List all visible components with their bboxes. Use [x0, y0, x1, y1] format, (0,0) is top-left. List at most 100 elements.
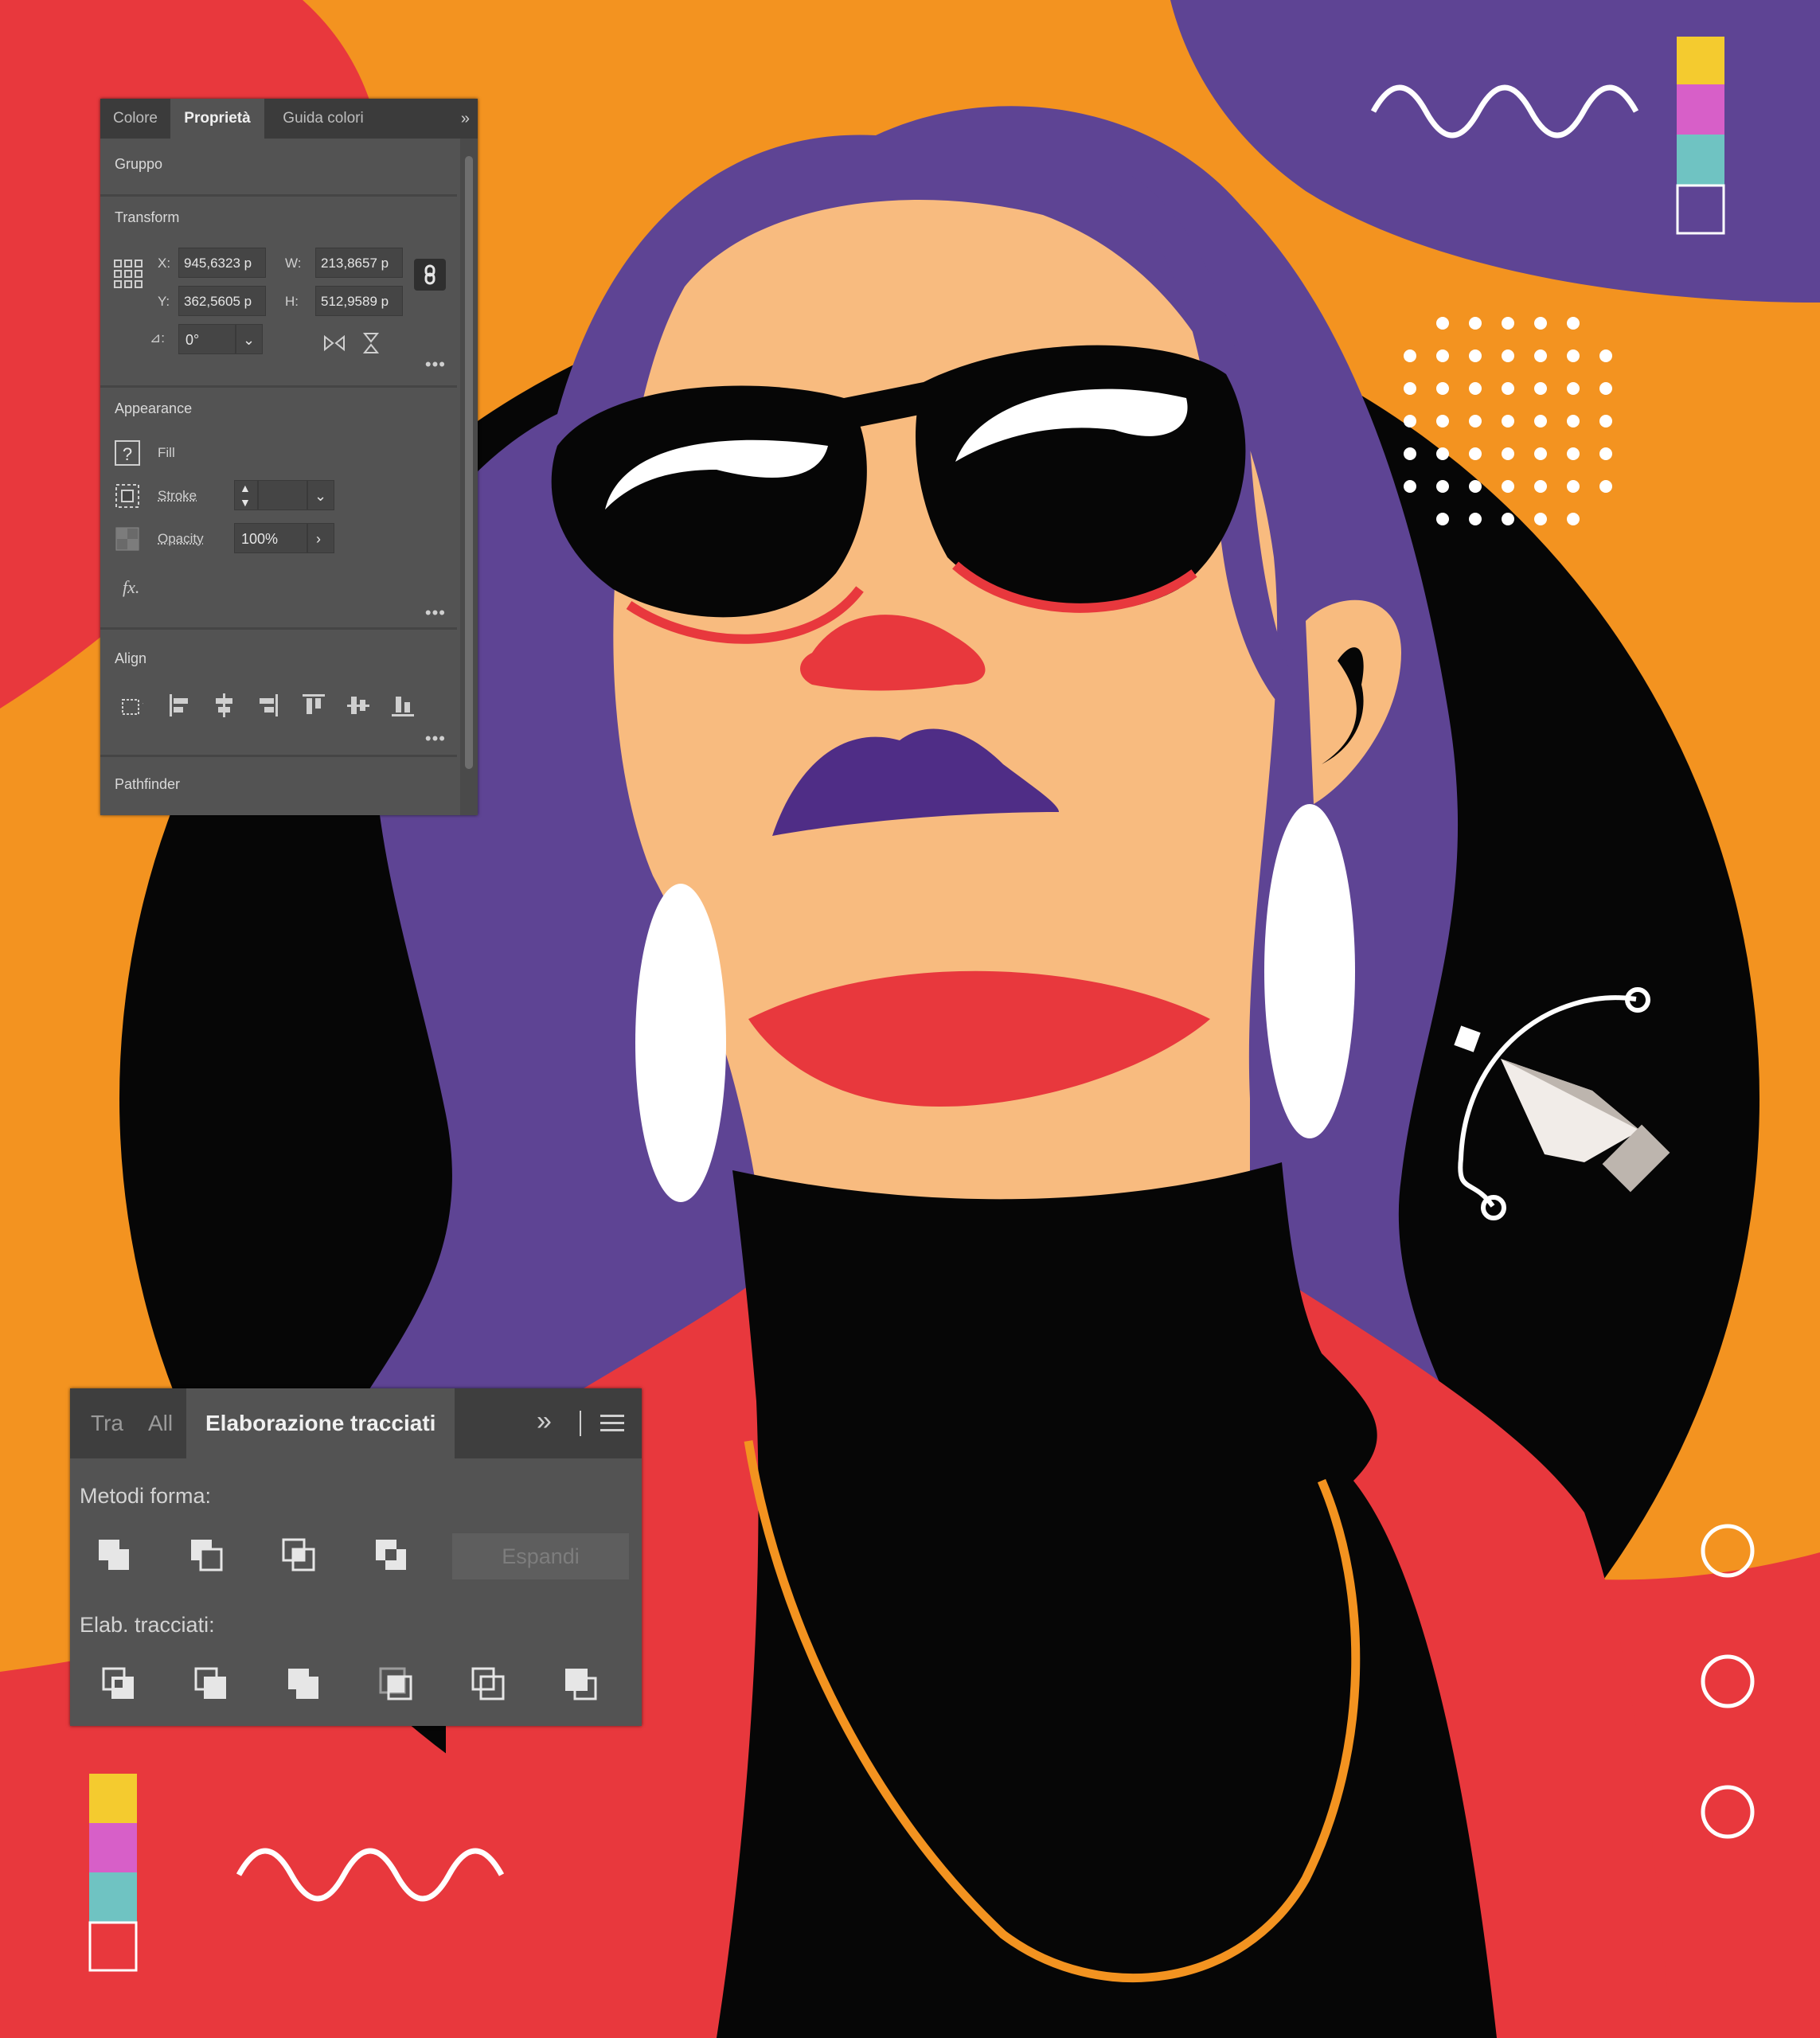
pattern-dot: [1436, 480, 1449, 493]
flip-horizontal-icon[interactable]: [323, 334, 346, 353]
pathfinder-panel: Tra All Elaborazione tracciati » Metodi …: [70, 1388, 642, 1726]
pattern-dot: [1436, 513, 1449, 525]
transform-section: Transform X: 945,6323 p W: 213,8657 p Y:…: [100, 194, 457, 375]
pattern-dot: [1502, 382, 1514, 395]
pattern-dot: [1436, 382, 1449, 395]
pattern-dot: [1436, 317, 1449, 330]
x-field[interactable]: 945,6323 p: [178, 248, 266, 278]
divide-icon[interactable]: [99, 1664, 140, 1705]
tab-allinea[interactable]: All: [148, 1388, 173, 1458]
pattern-dot: [1567, 349, 1580, 362]
w-label: W:: [285, 256, 302, 271]
constrain-proportions-button[interactable]: [414, 259, 446, 291]
pattern-dot: [1469, 415, 1482, 428]
y-field[interactable]: 362,5605 p: [178, 286, 266, 316]
pattern-dot: [1567, 480, 1580, 493]
pathfinder-tab-bar: Tra All Elaborazione tracciati »: [70, 1388, 642, 1458]
chevron-down-icon: ⌄: [314, 488, 327, 504]
scrollbar-thumb[interactable]: [465, 156, 473, 769]
tab-elaborazione-tracciati[interactable]: Elaborazione tracciati: [186, 1388, 455, 1458]
appearance-section: Appearance ? Fill Stroke ▲ ▼ ⌄ Opacity 10…: [100, 385, 457, 630]
stroke-swatch-icon[interactable]: [115, 483, 140, 509]
align-buttons-row: [113, 692, 471, 724]
pattern-dot: [1534, 447, 1547, 460]
tab-bar-divider: [580, 1411, 581, 1436]
align-to-selection-icon[interactable]: [119, 692, 143, 719]
opacity-label[interactable]: Opacity: [158, 531, 204, 547]
intersect-icon[interactable]: [279, 1535, 320, 1576]
earring-left: [635, 884, 726, 1202]
pattern-dot: [1436, 349, 1449, 362]
outline-icon[interactable]: [468, 1664, 510, 1705]
double-chevron-right-icon[interactable]: »: [537, 1406, 552, 1437]
appearance-more-options[interactable]: •••: [425, 603, 446, 623]
stroke-weight-field[interactable]: [258, 480, 307, 510]
crop-icon[interactable]: [376, 1664, 417, 1705]
chevron-down-icon: ⌄: [243, 332, 256, 348]
exclude-icon[interactable]: [371, 1535, 412, 1576]
stroke-dropdown[interactable]: ⌄: [307, 480, 334, 510]
merge-icon[interactable]: [283, 1664, 325, 1705]
tab-trasforma[interactable]: Tra: [91, 1388, 123, 1458]
pattern-dot: [1599, 415, 1612, 428]
h-field[interactable]: 512,9589 p: [315, 286, 403, 316]
pattern-dot: [1502, 447, 1514, 460]
align-title: Align: [115, 650, 147, 666]
rotate-field[interactable]: 0°: [178, 324, 236, 354]
pattern-dot: [1567, 382, 1580, 395]
y-label: Y:: [158, 294, 170, 309]
pattern-dot: [1534, 382, 1547, 395]
pattern-dot: [1404, 415, 1416, 428]
pathfinders-label: Elab. tracciati:: [80, 1613, 215, 1637]
opacity-icon: [115, 527, 139, 551]
pattern-dot: [1502, 513, 1514, 525]
tab-colore[interactable]: Colore: [100, 99, 170, 139]
pattern-dot: [1404, 349, 1416, 362]
stroke-stepper[interactable]: ▲ ▼: [234, 480, 258, 510]
align-top-icon[interactable]: [301, 692, 325, 719]
pattern-dot: [1502, 317, 1514, 330]
pattern-dot: [1534, 480, 1547, 493]
pattern-dot: [1534, 349, 1547, 362]
stroke-label[interactable]: Stroke: [158, 488, 197, 504]
align-vertical-center-icon[interactable]: [346, 692, 369, 719]
tab-guida-colori[interactable]: Guida colori: [264, 99, 382, 139]
earring-right: [1264, 804, 1355, 1138]
flip-vertical-icon[interactable]: [361, 332, 381, 354]
rotate-dropdown[interactable]: ⌄: [236, 324, 263, 354]
properties-body: Gruppo Transform X: 945,6323 p W: 213,86…: [100, 139, 457, 815]
link-icon: [424, 264, 435, 285]
double-chevron-right-icon[interactable]: »: [461, 99, 470, 139]
align-more-options[interactable]: •••: [425, 728, 446, 749]
align-bottom-icon[interactable]: [390, 692, 414, 719]
trim-icon[interactable]: [191, 1664, 232, 1705]
tab-proprieta[interactable]: Proprietà: [170, 99, 264, 139]
pattern-dot: [1534, 513, 1547, 525]
align-right-icon[interactable]: [256, 692, 280, 719]
unite-icon[interactable]: [94, 1535, 135, 1576]
pattern-dot: [1469, 382, 1482, 395]
align-section: Align •••: [100, 627, 457, 757]
opacity-field[interactable]: 100%: [234, 523, 307, 553]
pattern-dot: [1502, 415, 1514, 428]
fill-swatch[interactable]: ?: [115, 440, 140, 466]
h-label: H:: [285, 294, 299, 309]
transform-more-options[interactable]: •••: [425, 354, 446, 375]
align-horizontal-center-icon[interactable]: [212, 692, 236, 719]
fx-icon[interactable]: fx.: [123, 577, 139, 598]
pattern-dot: [1534, 415, 1547, 428]
pattern-dot: [1404, 480, 1416, 493]
pattern-dot: [1567, 447, 1580, 460]
fill-label: Fill: [158, 445, 175, 460]
transform-title: Transform: [115, 209, 180, 225]
pattern-dot: [1404, 447, 1416, 460]
shape-modes-label: Metodi forma:: [80, 1484, 212, 1508]
expand-button[interactable]: Espandi: [452, 1533, 629, 1579]
hamburger-menu-icon[interactable]: [599, 1412, 626, 1435]
opacity-slider-button[interactable]: ›: [307, 523, 334, 553]
minus-back-icon[interactable]: [560, 1664, 602, 1705]
minus-front-icon[interactable]: [186, 1535, 228, 1576]
reference-point-icon[interactable]: [113, 259, 143, 289]
align-left-icon[interactable]: [167, 692, 191, 719]
w-field[interactable]: 213,8657 p: [315, 248, 403, 278]
